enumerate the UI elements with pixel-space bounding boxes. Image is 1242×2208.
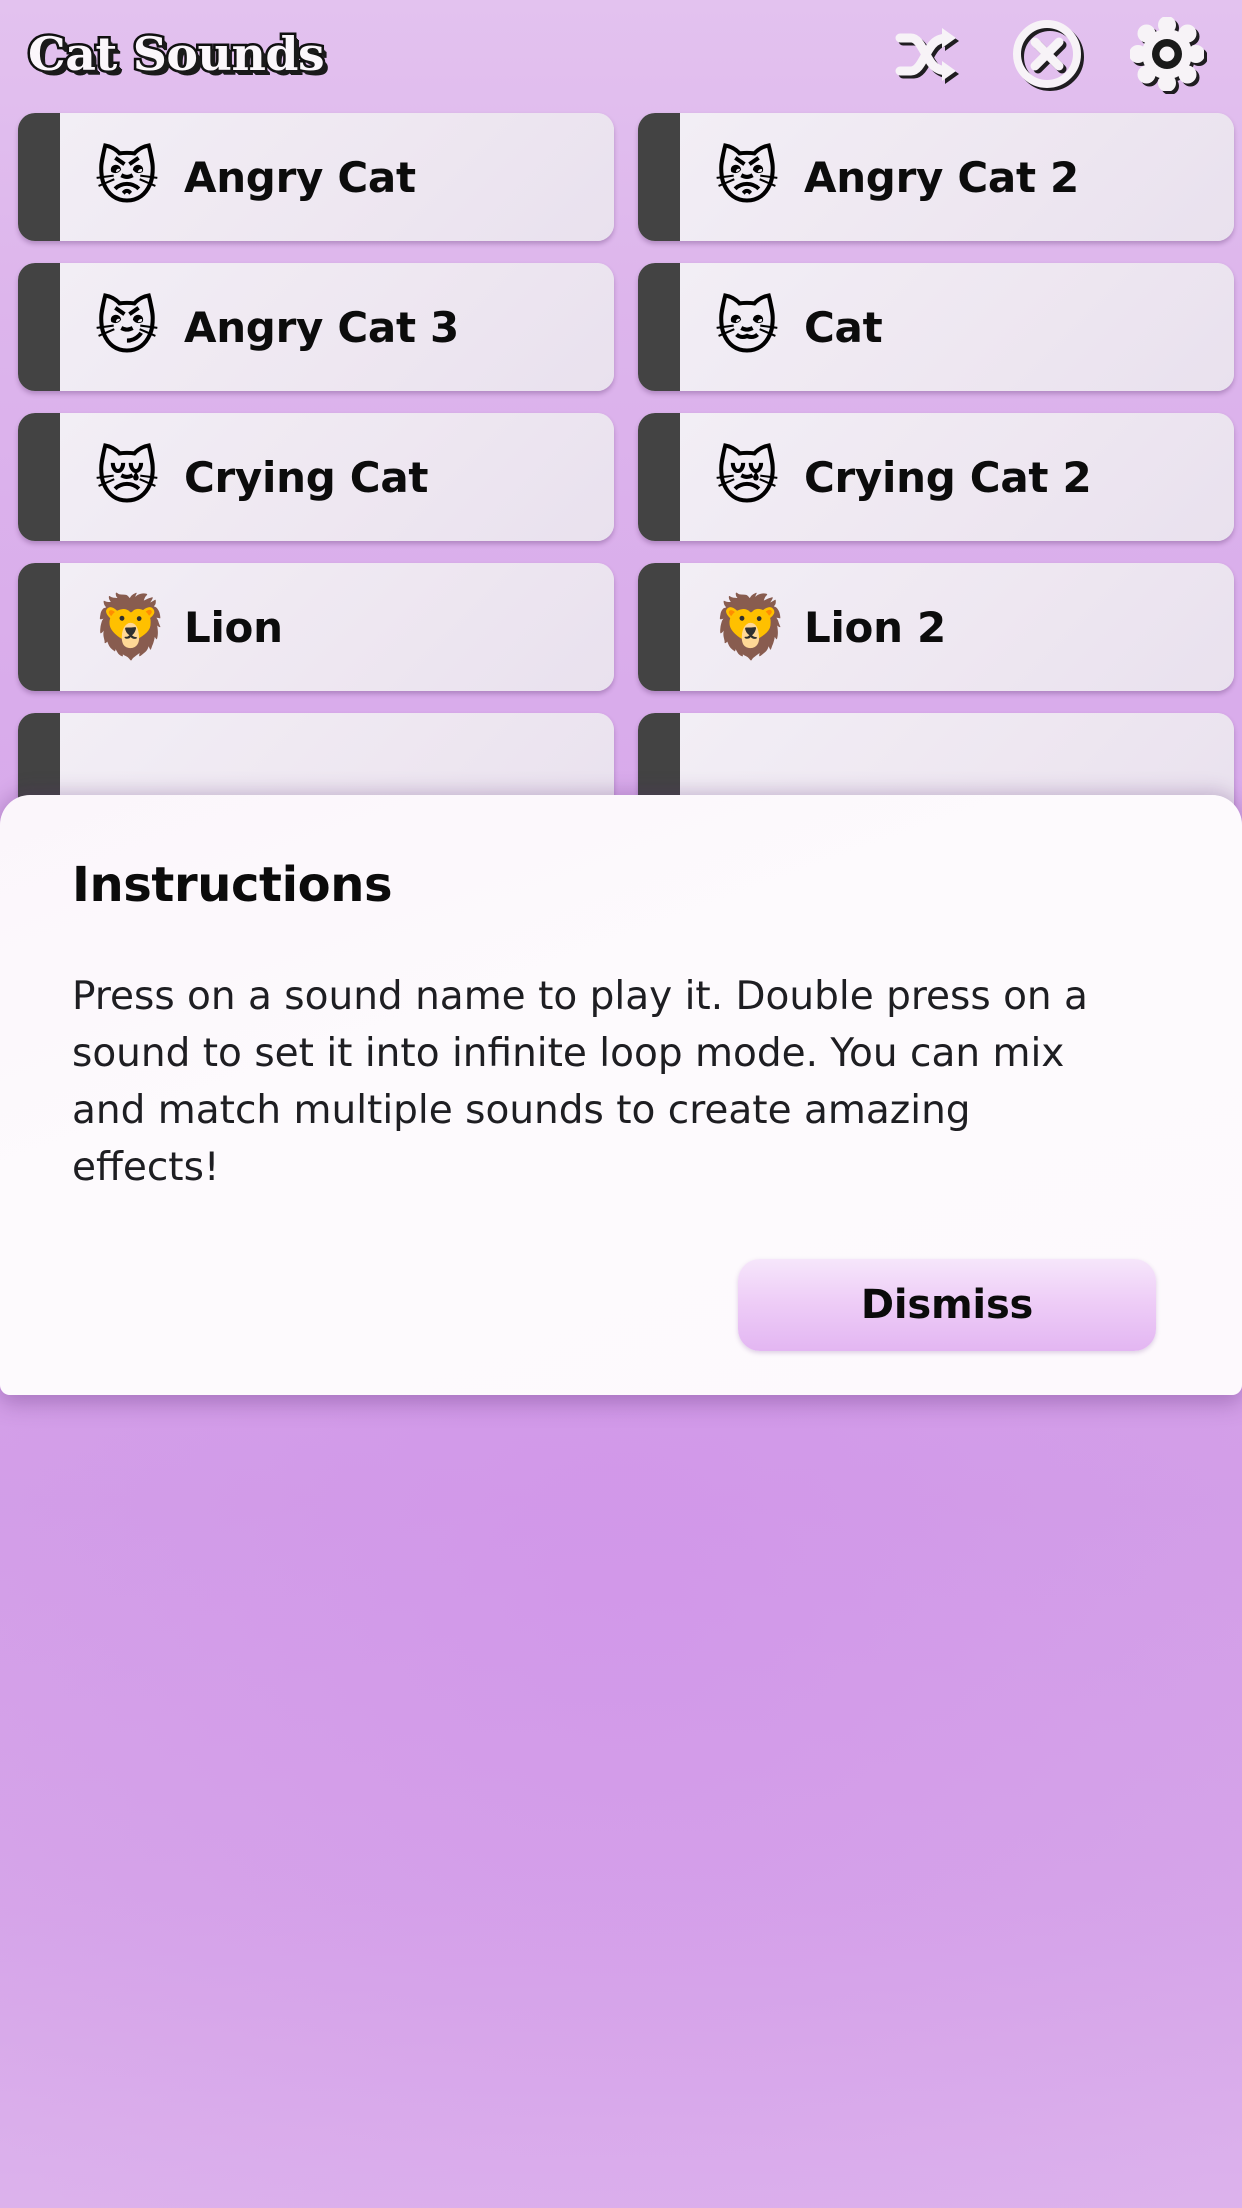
card-accent-bar	[18, 263, 60, 391]
card-accent-bar	[638, 413, 680, 541]
sound-card-label: Lion 2	[804, 602, 946, 652]
card-accent-bar	[638, 113, 680, 241]
sound-card-crying-cat-2[interactable]: 😿 Crying Cat 2	[638, 413, 1234, 541]
card-body: 🦁 Lion	[60, 563, 614, 691]
sound-card-label: Lion	[184, 602, 283, 652]
sound-card-label: Angry Cat 3	[184, 302, 459, 352]
sound-card-angry-cat[interactable]: 😾 Angry Cat	[18, 113, 614, 241]
card-accent-bar	[638, 563, 680, 691]
card-body: 😿 Crying Cat	[60, 413, 614, 541]
sound-card-angry-cat-2[interactable]: 😾 Angry Cat 2	[638, 113, 1234, 241]
card-accent-bar	[638, 263, 680, 391]
cat-face-icon: 😿	[714, 440, 780, 513]
stop-icon[interactable]	[1010, 17, 1084, 91]
page-title: Cat Sounds	[25, 25, 327, 84]
sound-card-cat[interactable]: 🐱 Cat	[638, 263, 1234, 391]
gear-icon[interactable]	[1130, 17, 1204, 91]
card-accent-bar	[18, 113, 60, 241]
card-body: 🦁 Lion 2	[680, 563, 1234, 691]
shuffle-icon[interactable]	[890, 17, 964, 91]
sound-card-angry-cat-3[interactable]: 😼 Angry Cat 3	[18, 263, 614, 391]
modal-actions: Dismiss	[72, 1258, 1170, 1351]
lion-face-icon: 🦁	[712, 590, 790, 663]
card-body: 😾 Angry Cat 2	[680, 113, 1234, 241]
card-body: 🐱 Cat	[680, 263, 1234, 391]
header-bar: Cat Sounds	[0, 0, 1242, 108]
cat-face-icon: 😾	[714, 140, 780, 213]
cat-face-icon: 🐱	[714, 290, 780, 363]
sound-card-lion[interactable]: 🦁 Lion	[18, 563, 614, 691]
modal-body-text: Press on a sound name to play it. Double…	[72, 974, 1088, 1190]
card-body: 😼 Angry Cat 3	[60, 263, 614, 391]
sound-card-label: Angry Cat	[184, 152, 416, 202]
card-body: 😿 Crying Cat 2	[680, 413, 1234, 541]
modal-title: Instructions	[72, 857, 393, 913]
sound-card-label: Cat	[804, 302, 883, 352]
cat-face-icon: 😿	[94, 440, 160, 513]
card-accent-bar	[18, 563, 60, 691]
instructions-modal: Instructions Press on a sound name to pl…	[0, 795, 1242, 1395]
card-accent-bar	[18, 413, 60, 541]
sound-card-label: Crying Cat	[184, 452, 429, 502]
cat-face-icon: 😾	[94, 140, 160, 213]
sound-card-label: Crying Cat 2	[804, 452, 1092, 502]
card-body: 😾 Angry Cat	[60, 113, 614, 241]
lion-face-icon: 🦁	[92, 590, 170, 663]
sound-card-crying-cat[interactable]: 😿 Crying Cat	[18, 413, 614, 541]
header-actions	[890, 17, 1204, 91]
sound-card-label: Angry Cat 2	[804, 152, 1079, 202]
sound-card-lion-2[interactable]: 🦁 Lion 2	[638, 563, 1234, 691]
cat-face-icon: 😼	[94, 290, 160, 363]
sound-grid: 😾 Angry Cat 😾 Angry Cat 2 😼 Angry Cat 3 …	[0, 113, 1242, 841]
dismiss-button[interactable]: Dismiss	[738, 1258, 1156, 1351]
